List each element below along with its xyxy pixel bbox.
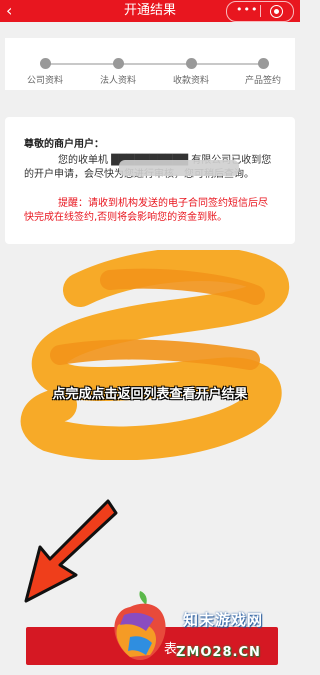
- watermark-logo-icon: [114, 591, 166, 660]
- capsule-divider: [260, 5, 261, 17]
- result-message-card: 尊敬的商户用户： 您的收单机 ██████████ 有限公司已收到您的开户申请，…: [5, 117, 295, 244]
- highlight-scribble: [20, 250, 289, 460]
- watermark-domain: ZMO28.CN: [176, 645, 261, 660]
- title-bar: ‹ 开通结果 •••: [0, 0, 300, 22]
- step-dot-icon: [257, 58, 269, 69]
- redacted-blur: [119, 160, 239, 176]
- reminder-text: 提醒：请收到机构发送的电子合同签约短信后尽快完成在线签约,否则将会影响您的资金到…: [24, 198, 268, 223]
- step-label: 公司资料: [26, 76, 63, 86]
- more-icon[interactable]: •••: [236, 3, 258, 16]
- step-legal-person: 法人资料: [83, 58, 153, 86]
- step-label: 法人资料: [99, 76, 136, 86]
- step-payment: 收款资料: [156, 58, 226, 86]
- step-contract: 产品签约: [228, 58, 298, 86]
- greeting-text: 尊敬的商户用户：: [24, 139, 104, 150]
- step-label: 产品签约: [244, 76, 281, 86]
- step-dot-icon: [112, 58, 124, 69]
- step-dot-icon: [39, 58, 51, 69]
- step-label: 收款资料: [172, 76, 209, 86]
- watermark-site-name: 知末游戏网: [183, 611, 264, 629]
- step-company: 公司资料: [10, 58, 80, 86]
- step-dot-icon: [185, 58, 197, 69]
- instruction-overlay: 点完成点击返回列表查看开户结果: [52, 387, 248, 402]
- close-icon[interactable]: [270, 5, 283, 18]
- mini-program-capsule[interactable]: •••: [226, 1, 294, 22]
- progress-steps: 公司资料 法人资料 收款资料 产品签约: [5, 38, 295, 90]
